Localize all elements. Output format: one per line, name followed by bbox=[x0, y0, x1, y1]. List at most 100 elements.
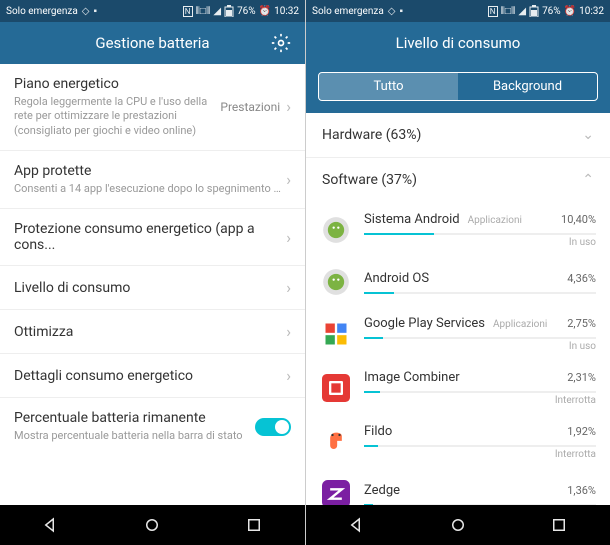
label: Livello di consumo bbox=[14, 280, 286, 296]
settings-list: Piano energetico Regola leggermente la C… bbox=[0, 64, 305, 505]
app-status: Interrotta bbox=[364, 449, 596, 460]
section-label: Hardware (63%) bbox=[322, 127, 421, 143]
value: Prestazioni bbox=[220, 100, 280, 114]
label: Ottimizza bbox=[14, 324, 286, 340]
app-icon bbox=[320, 214, 352, 246]
nfc-icon: N bbox=[488, 6, 498, 17]
nav-home[interactable] bbox=[143, 516, 161, 534]
location-icon: ◇ bbox=[82, 6, 90, 17]
app-name: Google Play Services bbox=[364, 316, 485, 331]
app-tag: Applicazioni bbox=[468, 215, 522, 226]
sub: Regola leggermente la CPU e l'uso della … bbox=[14, 95, 220, 138]
nav-back[interactable] bbox=[42, 516, 60, 534]
status-bar: Solo emergenza ◇ ▪ N ⦀□⦀ ◢ 76% ⏰ 10:32 bbox=[0, 0, 305, 22]
chevron-right-icon: › bbox=[286, 228, 291, 247]
app-status: Interrotta bbox=[364, 395, 596, 406]
app-row[interactable]: Image Combiner 2,31% Interrotta bbox=[306, 360, 610, 414]
row-protected-apps[interactable]: App protette Consenti a 14 app l'esecuzi… bbox=[0, 151, 305, 209]
toggle-switch[interactable] bbox=[255, 418, 291, 436]
location-icon: ◇ bbox=[388, 6, 396, 17]
chevron-up-icon: ⌃ bbox=[582, 172, 594, 188]
label: Protezione consumo energetico (app a con… bbox=[14, 221, 286, 253]
row-consumption-level[interactable]: Livello di consumo › bbox=[0, 266, 305, 310]
tab-all[interactable]: Tutto bbox=[319, 73, 458, 100]
header: Gestione batteria bbox=[0, 22, 305, 64]
row-battery-percent-toggle[interactable]: Percentuale batteria rimanente Mostra pe… bbox=[0, 398, 305, 455]
nav-back[interactable] bbox=[348, 516, 366, 534]
label: App protette bbox=[14, 163, 286, 179]
app-name: Zedge bbox=[364, 483, 400, 498]
nav-recent[interactable] bbox=[245, 516, 263, 534]
app-icon bbox=[320, 478, 352, 505]
app-icon bbox=[320, 318, 352, 350]
section-software[interactable]: Software (37%) ⌃ bbox=[306, 157, 610, 202]
section-hardware[interactable]: Hardware (63%) ⌄ bbox=[306, 113, 610, 157]
app-percent: 4,36% bbox=[567, 272, 596, 285]
page-title: Livello di consumo bbox=[318, 34, 598, 52]
carrier-text: Solo emergenza bbox=[312, 6, 384, 17]
app-percent: 1,92% bbox=[567, 425, 596, 438]
nav-home[interactable] bbox=[449, 516, 467, 534]
app-status: In uso bbox=[364, 341, 596, 352]
app-row[interactable]: Sistema Android Applicazioni 10,40% In uso bbox=[306, 202, 610, 256]
extra-icon: ▪ bbox=[93, 6, 97, 17]
app-usage-bar bbox=[364, 504, 596, 506]
app-usage-bar bbox=[364, 337, 596, 339]
app-usage-bar bbox=[364, 233, 596, 235]
alarm-icon: ⏰ bbox=[564, 6, 576, 17]
consumption-list: Hardware (63%) ⌄ Software (37%) ⌃ Sistem… bbox=[306, 113, 610, 505]
app-name: Sistema Android bbox=[364, 212, 460, 227]
app-tag: Applicazioni bbox=[493, 319, 547, 330]
app-row[interactable]: Zedge 1,36% bbox=[306, 468, 610, 505]
section-label: Software (37%) bbox=[322, 172, 417, 188]
label: Percentuale batteria rimanente bbox=[14, 410, 255, 426]
battery-icon bbox=[529, 5, 539, 17]
chevron-right-icon: › bbox=[286, 170, 291, 189]
nav-bar bbox=[306, 505, 610, 545]
chevron-right-icon: › bbox=[286, 366, 291, 385]
label: Piano energetico bbox=[14, 76, 220, 92]
status-bar: Solo emergenza ◇ ▪ N ⦀□⦀ ◢ 76% ⏰ 10:32 bbox=[306, 0, 610, 22]
app-usage-bar bbox=[364, 445, 596, 447]
app-usage-bar bbox=[364, 292, 596, 294]
app-status: In uso bbox=[364, 237, 596, 248]
row-optimize[interactable]: Ottimizza › bbox=[0, 310, 305, 354]
vibrate-icon: ⦀□⦀ bbox=[501, 6, 516, 17]
clock-text: 10:32 bbox=[579, 6, 604, 17]
row-power-protection[interactable]: Protezione consumo energetico (app a con… bbox=[0, 209, 305, 266]
extra-icon: ▪ bbox=[399, 6, 403, 17]
sub: Mostra percentuale batteria nella barra … bbox=[14, 429, 255, 443]
carrier-text: Solo emergenza bbox=[6, 6, 78, 17]
label: Dettagli consumo energetico bbox=[14, 368, 286, 384]
clock-text: 10:32 bbox=[274, 6, 299, 17]
app-percent: 2,31% bbox=[567, 371, 596, 384]
chevron-right-icon: › bbox=[286, 278, 291, 297]
chevron-right-icon: › bbox=[286, 97, 291, 116]
signal-icon: ◢ bbox=[518, 6, 526, 17]
app-row[interactable]: Google Play Services Applicazioni 2,75% In … bbox=[306, 306, 610, 360]
tabs: Tutto Background bbox=[306, 64, 610, 113]
app-row[interactable]: Fildo1,92%Interrotta bbox=[306, 414, 610, 468]
app-icon bbox=[320, 372, 352, 404]
row-power-plan[interactable]: Piano energetico Regola leggermente la C… bbox=[0, 64, 305, 151]
app-name: Android OS bbox=[364, 271, 429, 286]
app-icon bbox=[320, 426, 352, 458]
nav-bar bbox=[0, 505, 305, 545]
alarm-icon: ⏰ bbox=[259, 6, 271, 17]
app-percent: 1,36% bbox=[567, 484, 596, 497]
tab-background[interactable]: Background bbox=[458, 73, 597, 100]
chevron-right-icon: › bbox=[286, 322, 291, 341]
app-row[interactable]: Android OS 4,36% bbox=[306, 256, 610, 306]
vibrate-icon: ⦀□⦀ bbox=[196, 6, 211, 17]
battery-percent: 76% bbox=[237, 6, 256, 17]
sub: Consenti a 14 app l'esecuzione dopo lo s… bbox=[14, 182, 286, 196]
app-percent: 2,75% bbox=[567, 317, 596, 330]
app-icon bbox=[320, 266, 352, 298]
battery-icon bbox=[224, 5, 234, 17]
settings-button[interactable] bbox=[271, 33, 293, 53]
screen-battery-manager: Solo emergenza ◇ ▪ N ⦀□⦀ ◢ 76% ⏰ 10:32 G… bbox=[0, 0, 305, 545]
app-percent: 10,40% bbox=[561, 213, 596, 226]
app-name: Image Combiner bbox=[364, 370, 460, 385]
row-consumption-details[interactable]: Dettagli consumo energetico › bbox=[0, 354, 305, 398]
nav-recent[interactable] bbox=[550, 516, 568, 534]
